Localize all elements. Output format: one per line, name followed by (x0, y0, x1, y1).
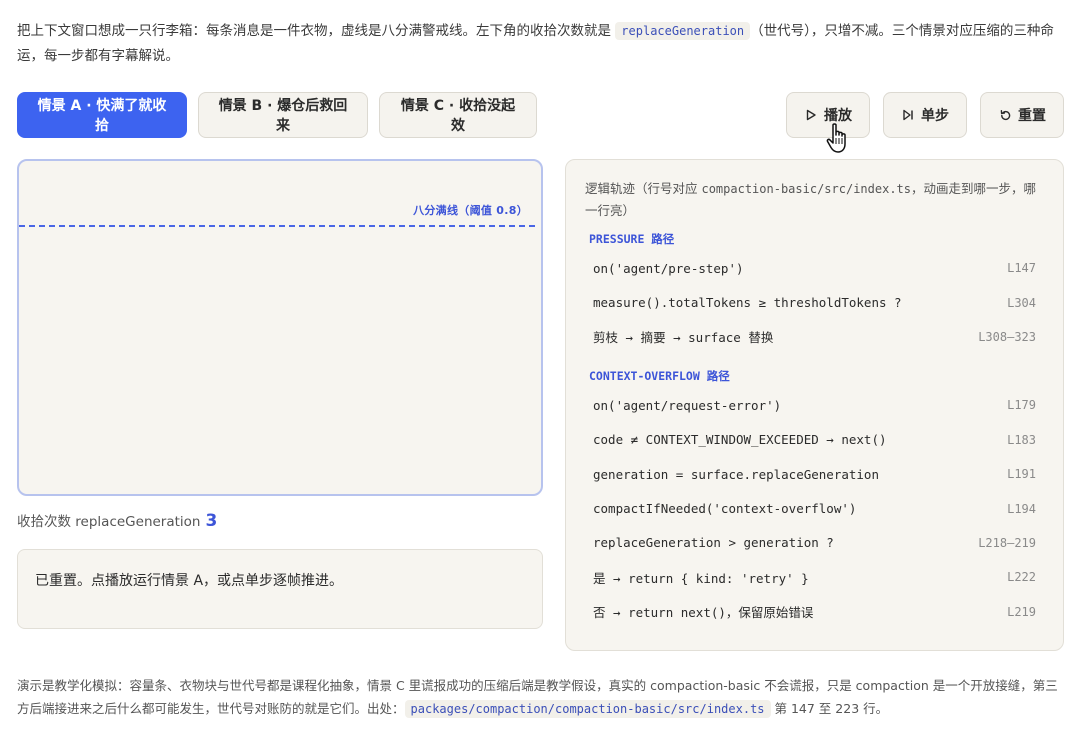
trace-line-number: L304 (1007, 295, 1036, 310)
footer-note: 演示是教学化模拟：容量条、衣物块与世代号都是课程化抽象，情景 C 里谎报成功的压… (17, 674, 1062, 721)
footer-code: packages/compaction/compaction-basic/src… (404, 700, 771, 718)
overflow-section-head: CONTEXT-OVERFLOW 路径 (589, 369, 730, 384)
play-icon (804, 108, 818, 122)
trace-line-number: L218–219 (978, 535, 1036, 550)
trace-line-number: L147 (1007, 261, 1036, 276)
scenario-tabs: 情景 A · 快满了就收拾 情景 B · 爆仓后救回来 情景 C · 收拾没起效 (17, 92, 537, 138)
trace-title-before: 逻辑轨迹（行号对应 (585, 181, 702, 196)
step-label: 单步 (921, 108, 949, 124)
threshold-line (19, 225, 535, 227)
trace-row: 否 → return next()，保留原始错误 L219 (585, 595, 1045, 629)
trace-row: 是 → return { kind: 'retry' } L222 (585, 560, 1045, 594)
trace-code: on('agent/pre-step') (593, 260, 744, 276)
trace-line-number: L191 (1007, 467, 1036, 482)
pressure-section-head: PRESSURE 路径 (589, 232, 675, 246)
trace-code: 否 → return next()，保留原始错误 (593, 605, 814, 621)
scenario-b-button[interactable]: 情景 B · 爆仓后救回来 (198, 92, 368, 138)
trace-title: 逻辑轨迹（行号对应 compaction-basic/src/index.ts，… (585, 178, 1045, 222)
scenario-a-button[interactable]: 情景 A · 快满了就收拾 (17, 92, 187, 138)
trace-code: generation = surface.replaceGeneration (593, 466, 879, 482)
reset-button[interactable]: 重置 (980, 92, 1064, 138)
trace-code: code ≠ CONTEXT_WINDOW_EXCEEDED → next() (593, 432, 887, 448)
trace-line-number: L183 (1007, 432, 1036, 447)
trace-row: 剪枝 → 摘要 → surface 替换 L308–323 (585, 320, 1045, 354)
logic-trace-panel: 逻辑轨迹（行号对应 compaction-basic/src/index.ts，… (565, 159, 1064, 651)
suitcase-stage: 八分满线（阈值 0.8） (17, 159, 543, 496)
trace-line-number: L194 (1007, 501, 1036, 516)
trace-line-number: L179 (1007, 398, 1036, 413)
footer-text-after: 第 147 至 223 行。 (770, 701, 889, 716)
caption-text: 已重置。点播放运行情景 A，或点单步逐帧推进。 (35, 573, 344, 589)
generation-counter: 收拾次数 replaceGeneration 3 (17, 510, 217, 531)
intro-text-before: 把上下文窗口想成一只行李箱：每条消息是一件衣物，虚线是八分满警戒线。左下角的收拾… (17, 23, 616, 39)
step-button[interactable]: 单步 (883, 92, 967, 138)
trace-title-code: compaction-basic/src/index.ts (701, 182, 911, 196)
caption-box: 已重置。点播放运行情景 A，或点单步逐帧推进。 (17, 549, 543, 629)
playback-controls: 播放 单步 重置 (786, 92, 1064, 138)
trace-row: compactIfNeeded('context-overflow') L194 (585, 491, 1045, 525)
trace-line-number: L222 (1007, 570, 1036, 585)
trace-code: measure().totalTokens ≥ thresholdTokens … (593, 295, 902, 311)
threshold-label: 八分满线（阈值 0.8） (413, 204, 528, 217)
trace-row: replaceGeneration > generation ? L218–219 (585, 526, 1045, 560)
intro-text: 把上下文窗口想成一只行李箱：每条消息是一件衣物，虚线是八分满警戒线。左下角的收拾… (17, 19, 1062, 69)
generation-label: 收拾次数 replaceGeneration (17, 514, 201, 530)
trace-row: generation = surface.replaceGeneration L1… (585, 457, 1045, 491)
trace-row: measure().totalTokens ≥ thresholdTokens … (585, 285, 1045, 319)
play-label: 播放 (824, 108, 852, 124)
reset-label: 重置 (1018, 108, 1046, 124)
intro-code: replaceGeneration (615, 22, 751, 40)
scenario-c-button[interactable]: 情景 C · 收拾没起效 (379, 92, 537, 138)
trace-row: code ≠ CONTEXT_WINDOW_EXCEEDED → next() L… (585, 423, 1045, 457)
trace-code: replaceGeneration > generation ? (593, 535, 834, 551)
step-forward-icon (901, 108, 915, 122)
play-button[interactable]: 播放 (786, 92, 870, 138)
trace-code: 是 → return { kind: 'retry' } (593, 570, 809, 586)
trace-line-number: L308–323 (978, 329, 1036, 344)
generation-value: 3 (205, 511, 218, 531)
trace-row: on('agent/request-error') L179 (585, 388, 1045, 422)
reset-icon (998, 108, 1012, 122)
trace-code: compactIfNeeded('context-overflow') (593, 501, 857, 517)
trace-row: on('agent/pre-step') L147 (585, 251, 1045, 285)
trace-code: on('agent/request-error') (593, 397, 782, 413)
trace-line-number: L219 (1007, 604, 1036, 619)
trace-code: 剪枝 → 摘要 → surface 替换 (593, 330, 774, 346)
